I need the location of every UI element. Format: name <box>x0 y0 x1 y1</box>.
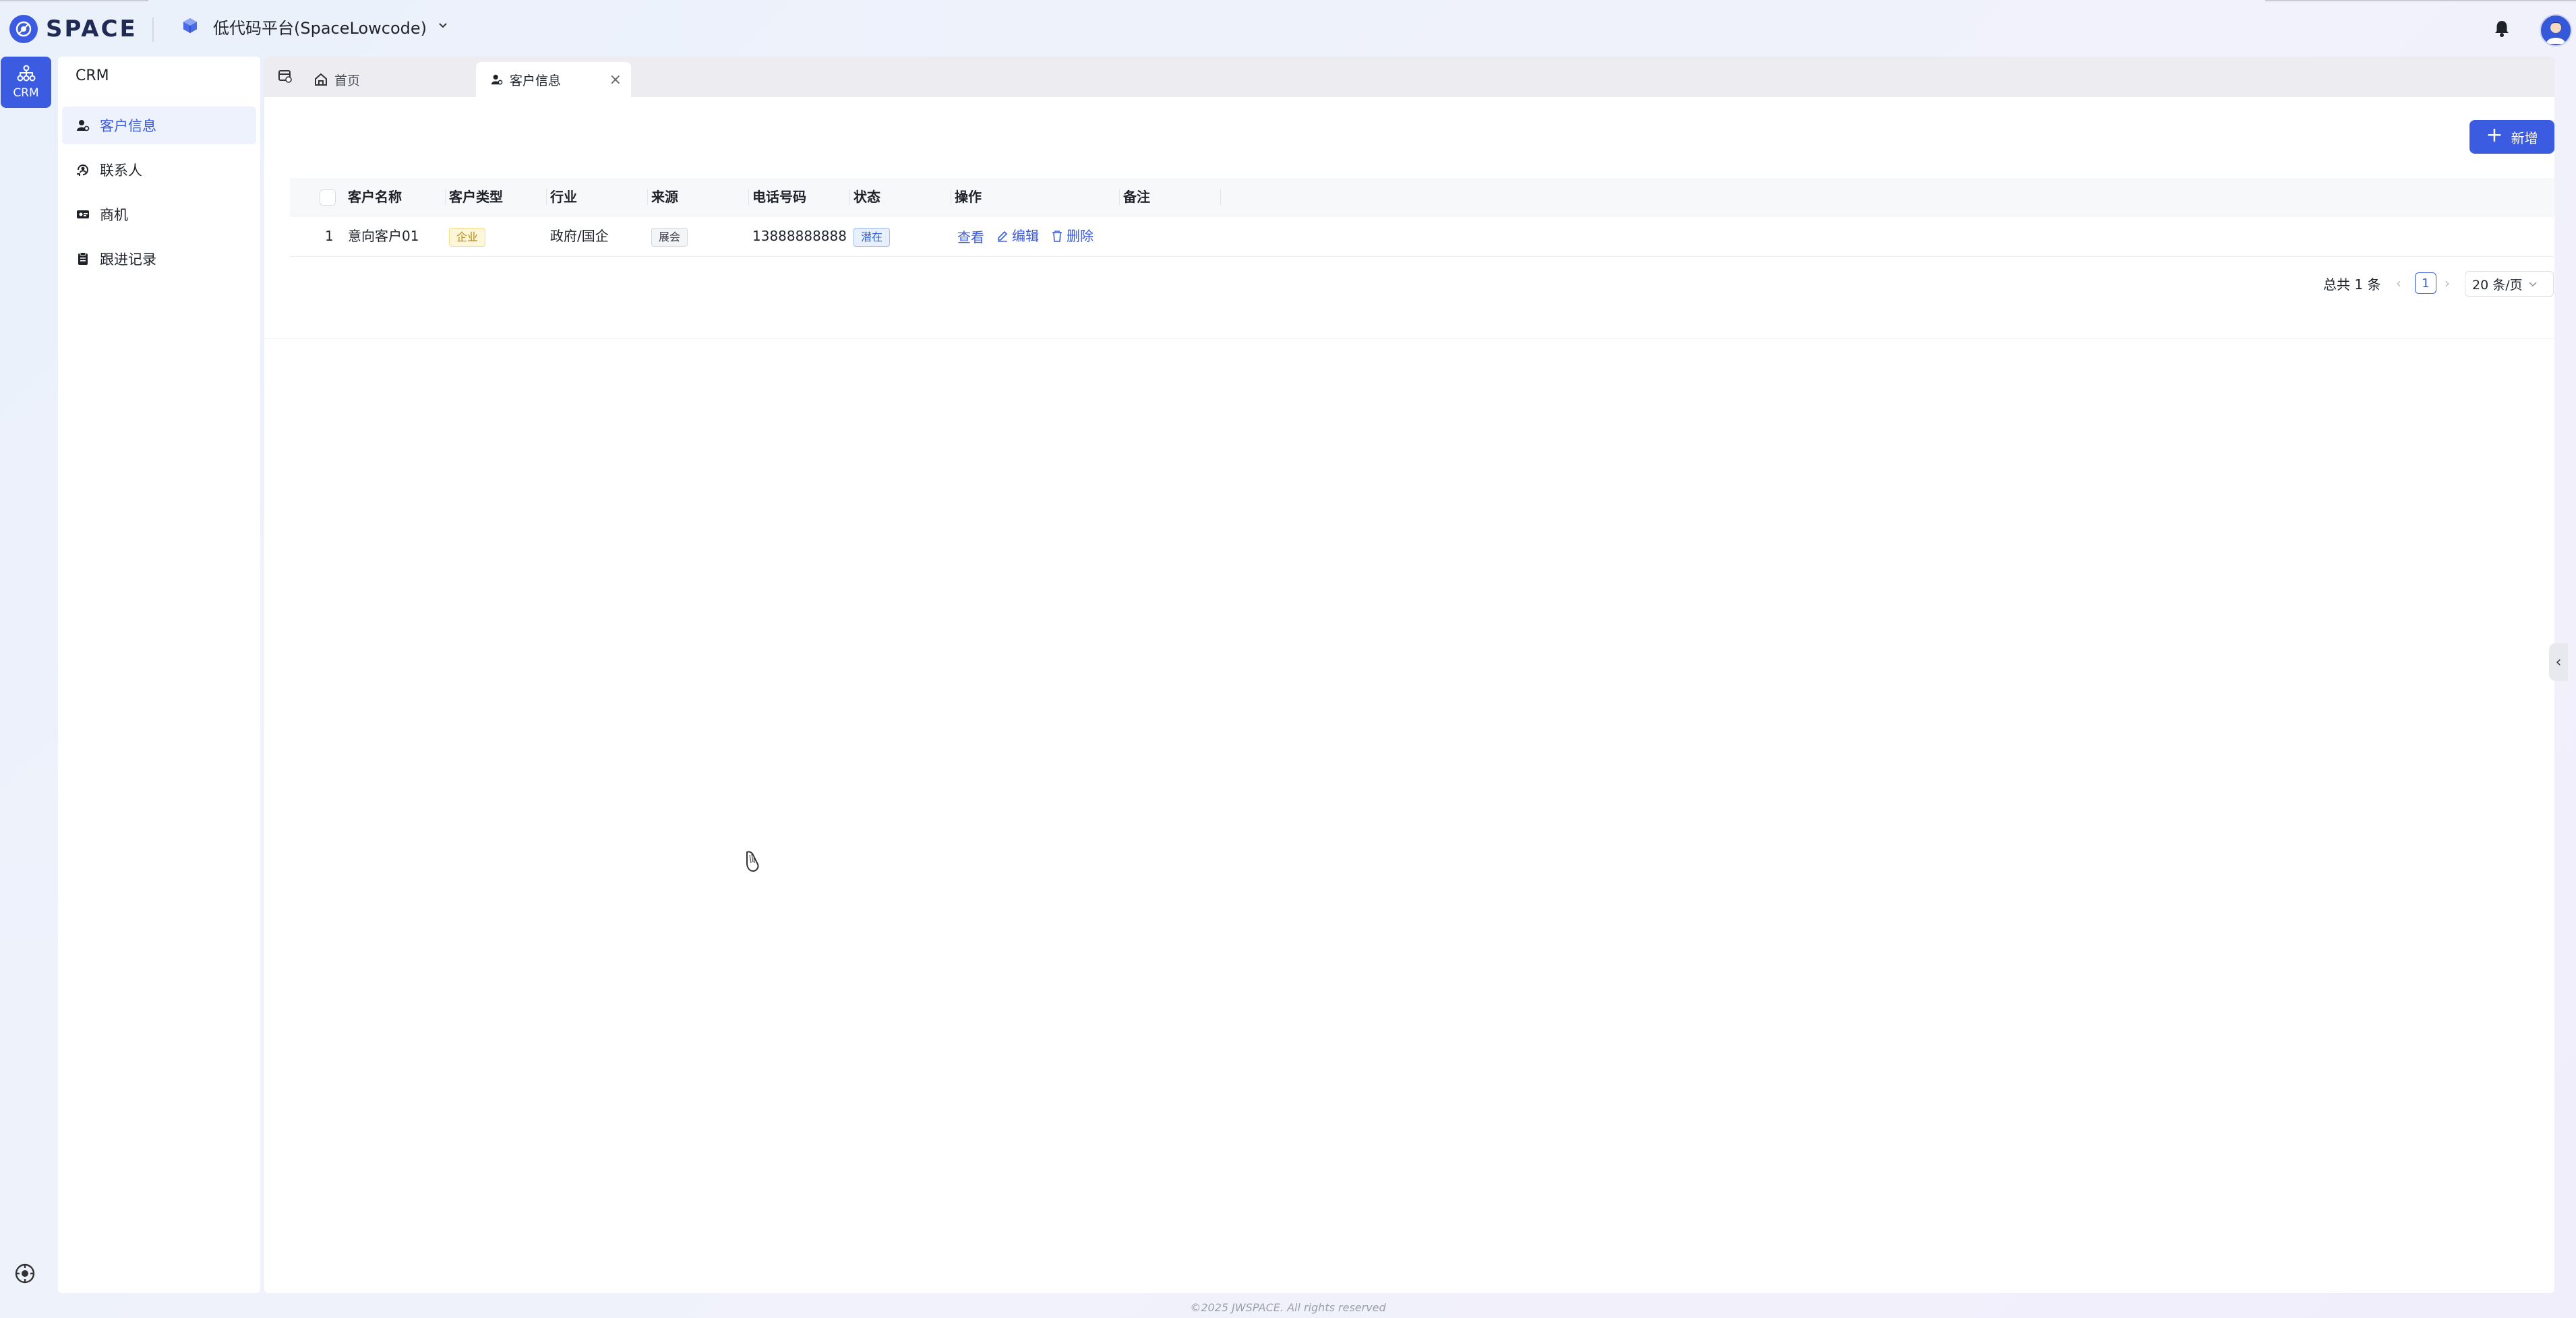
delete-link[interactable]: 删除 <box>1051 216 1094 256</box>
customer-type-cell: 企业 <box>449 216 486 256</box>
column-divider <box>849 189 850 205</box>
chevron-down-icon <box>2529 282 2537 287</box>
page-size-value: 20 条/页 <box>2472 277 2523 293</box>
table-row[interactable]: 1 意向客户01 企业 政府/国企 展会 13888888888 潜在 查看 编辑… <box>290 216 2554 257</box>
tab-label: 首页 <box>334 73 361 88</box>
sidebar-item-label: 客户信息 <box>100 118 156 134</box>
column-header[interactable]: 状态 <box>853 178 880 216</box>
delete-label: 删除 <box>1067 228 1094 244</box>
customer-icon <box>76 118 90 133</box>
app-crm-button[interactable]: CRM <box>1 57 51 108</box>
column-divider <box>1119 189 1120 205</box>
sidebar-item-customer-info[interactable]: 客户信息 <box>62 107 256 144</box>
customer-type-tag: 企业 <box>449 227 486 247</box>
add-button-label: 新增 <box>2511 129 2538 146</box>
user-avatar[interactable] <box>2540 14 2572 47</box>
collapse-panel-icon[interactable]: ‹ <box>2549 643 2568 681</box>
sidebar-item-opportunities[interactable]: 商机 <box>62 196 256 233</box>
platform-switcher[interactable]: 低代码平台(SpaceLowcode) <box>181 15 448 38</box>
next-page-icon[interactable]: › <box>2445 271 2450 295</box>
main-content: 首页 客户信息 × + 新增 客户名称 客户类型 行业 来源 电话号码 状态 操… <box>264 57 2554 1293</box>
status-badge: 潜在 <box>853 227 891 247</box>
select-all-checkbox[interactable] <box>320 189 336 206</box>
column-header[interactable]: 操作 <box>955 178 982 216</box>
mouse-cursor-icon <box>743 849 763 879</box>
column-header[interactable]: 客户名称 <box>348 178 402 216</box>
home-icon <box>314 73 328 86</box>
platform-cube-icon <box>181 16 200 38</box>
actions-cell: 查看 编辑 删除 <box>957 216 1106 256</box>
plus-icon: + <box>2486 123 2503 147</box>
tab-bar: 首页 客户信息 × <box>264 57 2554 97</box>
column-header[interactable]: 行业 <box>550 178 577 216</box>
org-chart-icon <box>17 65 35 82</box>
status-cell: 潜在 <box>853 216 891 256</box>
view-label: 查看 <box>957 229 984 245</box>
edit-label: 编辑 <box>1012 228 1039 244</box>
followup-record-icon <box>76 251 90 266</box>
footer-copyright: ©2025 JWSPACE. All rights reserved <box>1190 1301 1386 1314</box>
header-divider <box>152 18 154 42</box>
customer-icon <box>491 73 503 86</box>
tab-label: 客户信息 <box>510 73 562 88</box>
brand-name: SPACE <box>46 16 138 42</box>
app-crm-label: CRM <box>13 86 39 100</box>
page-size-select[interactable]: 20 条/页 <box>2465 271 2554 297</box>
source-tag: 展会 <box>651 227 688 247</box>
column-header[interactable]: 客户类型 <box>449 178 503 216</box>
contact-icon <box>76 162 90 177</box>
column-divider <box>546 189 547 205</box>
tab-home[interactable]: 首页 <box>299 62 461 97</box>
customer-name-cell: 意向客户01 <box>348 228 419 244</box>
column-divider <box>445 189 446 205</box>
content-divider <box>264 338 2554 339</box>
sidebar-item-label: 联系人 <box>100 162 142 179</box>
edit-icon <box>998 231 1008 242</box>
close-icon[interactable]: × <box>609 71 622 88</box>
rail-settings-icon[interactable] <box>13 1262 36 1288</box>
phone-cell: 13888888888 <box>752 228 847 244</box>
opportunity-icon <box>76 207 90 222</box>
sidebar-item-contacts[interactable]: 联系人 <box>62 151 256 189</box>
column-divider <box>1220 189 1221 205</box>
tab-menu-icon[interactable] <box>278 69 294 85</box>
industry-cell: 政府/国企 <box>550 228 609 244</box>
column-divider <box>647 189 648 205</box>
column-header[interactable]: 电话号码 <box>752 178 806 216</box>
row-index: 1 <box>325 228 334 244</box>
sidebar-title: CRM <box>76 67 109 84</box>
column-header[interactable]: 来源 <box>651 178 678 216</box>
sidebar-item-label: 商机 <box>100 207 128 223</box>
platform-title: 低代码平台(SpaceLowcode) <box>213 19 427 38</box>
column-divider <box>748 189 749 205</box>
sidebar-item-followup-records[interactable]: 跟进记录 <box>62 240 256 278</box>
sidebar: CRM 客户信息 联系人 商机 跟进记录 <box>58 57 260 1293</box>
brand-logo[interactable]: SPACE <box>9 15 138 43</box>
page-number-current[interactable]: 1 <box>2415 272 2436 294</box>
view-link[interactable]: 查看 <box>957 217 984 258</box>
table-header: 客户名称 客户类型 行业 来源 电话号码 状态 操作 备注 <box>290 178 2554 216</box>
source-cell: 展会 <box>651 216 688 256</box>
edit-link[interactable]: 编辑 <box>996 216 1039 256</box>
column-header[interactable]: 备注 <box>1123 178 1150 216</box>
space-logo-icon <box>9 15 38 43</box>
add-button[interactable]: + 新增 <box>2469 120 2554 154</box>
chevron-down-icon <box>438 20 448 34</box>
pagination-total: 总共 1 条 <box>2323 276 2381 293</box>
tab-customer-info[interactable]: 客户信息 × <box>476 62 631 97</box>
trash-icon <box>1052 231 1062 242</box>
sidebar-item-label: 跟进记录 <box>100 251 156 268</box>
prev-page-icon[interactable]: ‹ <box>2396 271 2401 295</box>
top-bar: SPACE 低代码平台(SpaceLowcode) <box>0 0 2576 58</box>
bell-icon[interactable] <box>2493 19 2511 40</box>
